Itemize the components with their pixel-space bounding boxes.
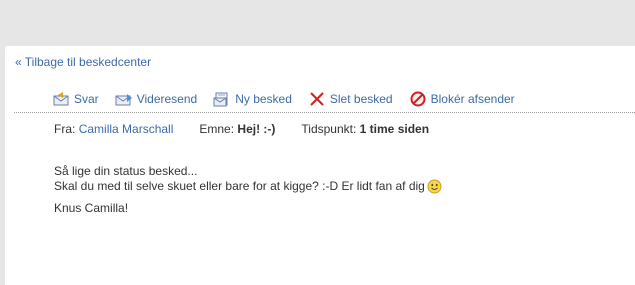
subject-label: Emne: bbox=[199, 122, 235, 136]
reply-label: Svar bbox=[74, 92, 99, 106]
subject-field: Emne: Hej! :-) bbox=[199, 122, 275, 136]
time-field: Tidspunkt: 1 time siden bbox=[301, 122, 429, 136]
new-message-label: Ny besked bbox=[235, 92, 292, 106]
delete-message-label: Slet besked bbox=[329, 92, 393, 106]
signature-text: Knus Camilla! bbox=[54, 201, 129, 215]
message-line-2: Skal du med til selve skuet eller bare f… bbox=[54, 179, 425, 193]
time-label: Tidspunkt: bbox=[301, 122, 357, 136]
message-line: Skal du med til selve skuet eller bare f… bbox=[54, 179, 442, 194]
message-header: Fra: Camilla Marschall Emne: Hej! :-) Ti… bbox=[54, 122, 455, 136]
message-signature: Knus Camilla! bbox=[54, 201, 442, 216]
new-message-icon bbox=[213, 92, 228, 107]
message-line: Så lige din status besked... bbox=[54, 164, 442, 179]
message-body: Så lige din status besked... Skal du med… bbox=[54, 164, 442, 216]
toolbar-divider bbox=[14, 112, 635, 113]
subject-value: Hej! :-) bbox=[237, 122, 276, 136]
message-line-1: Så lige din status besked... bbox=[54, 164, 198, 178]
block-sender-button[interactable]: Blokér afsender bbox=[409, 91, 515, 107]
from-field: Fra: Camilla Marschall bbox=[54, 122, 173, 136]
message-panel: « Tilbage til beskedcenter Svar Viderese… bbox=[5, 46, 635, 285]
forward-envelope-icon bbox=[115, 94, 132, 106]
delete-x-icon bbox=[310, 92, 324, 106]
new-message-button[interactable]: Ny besked bbox=[213, 91, 292, 107]
block-sender-label: Blokér afsender bbox=[430, 92, 515, 106]
reply-button[interactable]: Svar bbox=[52, 91, 99, 107]
block-icon bbox=[410, 91, 426, 107]
message-toolbar: Svar Videresend Ny besked Slet besked Bl… bbox=[52, 90, 531, 108]
time-value: 1 time siden bbox=[359, 122, 430, 136]
from-label: Fra: bbox=[54, 122, 76, 136]
back-to-message-center-link[interactable]: « Tilbage til beskedcenter bbox=[15, 55, 151, 69]
reply-envelope-icon bbox=[53, 92, 69, 106]
sender-name-link[interactable]: Camilla Marschall bbox=[79, 122, 174, 136]
smiley-icon bbox=[427, 179, 442, 194]
forward-button[interactable]: Videresend bbox=[115, 91, 198, 107]
forward-label: Videresend bbox=[136, 92, 198, 106]
delete-message-button[interactable]: Slet besked bbox=[308, 91, 393, 107]
